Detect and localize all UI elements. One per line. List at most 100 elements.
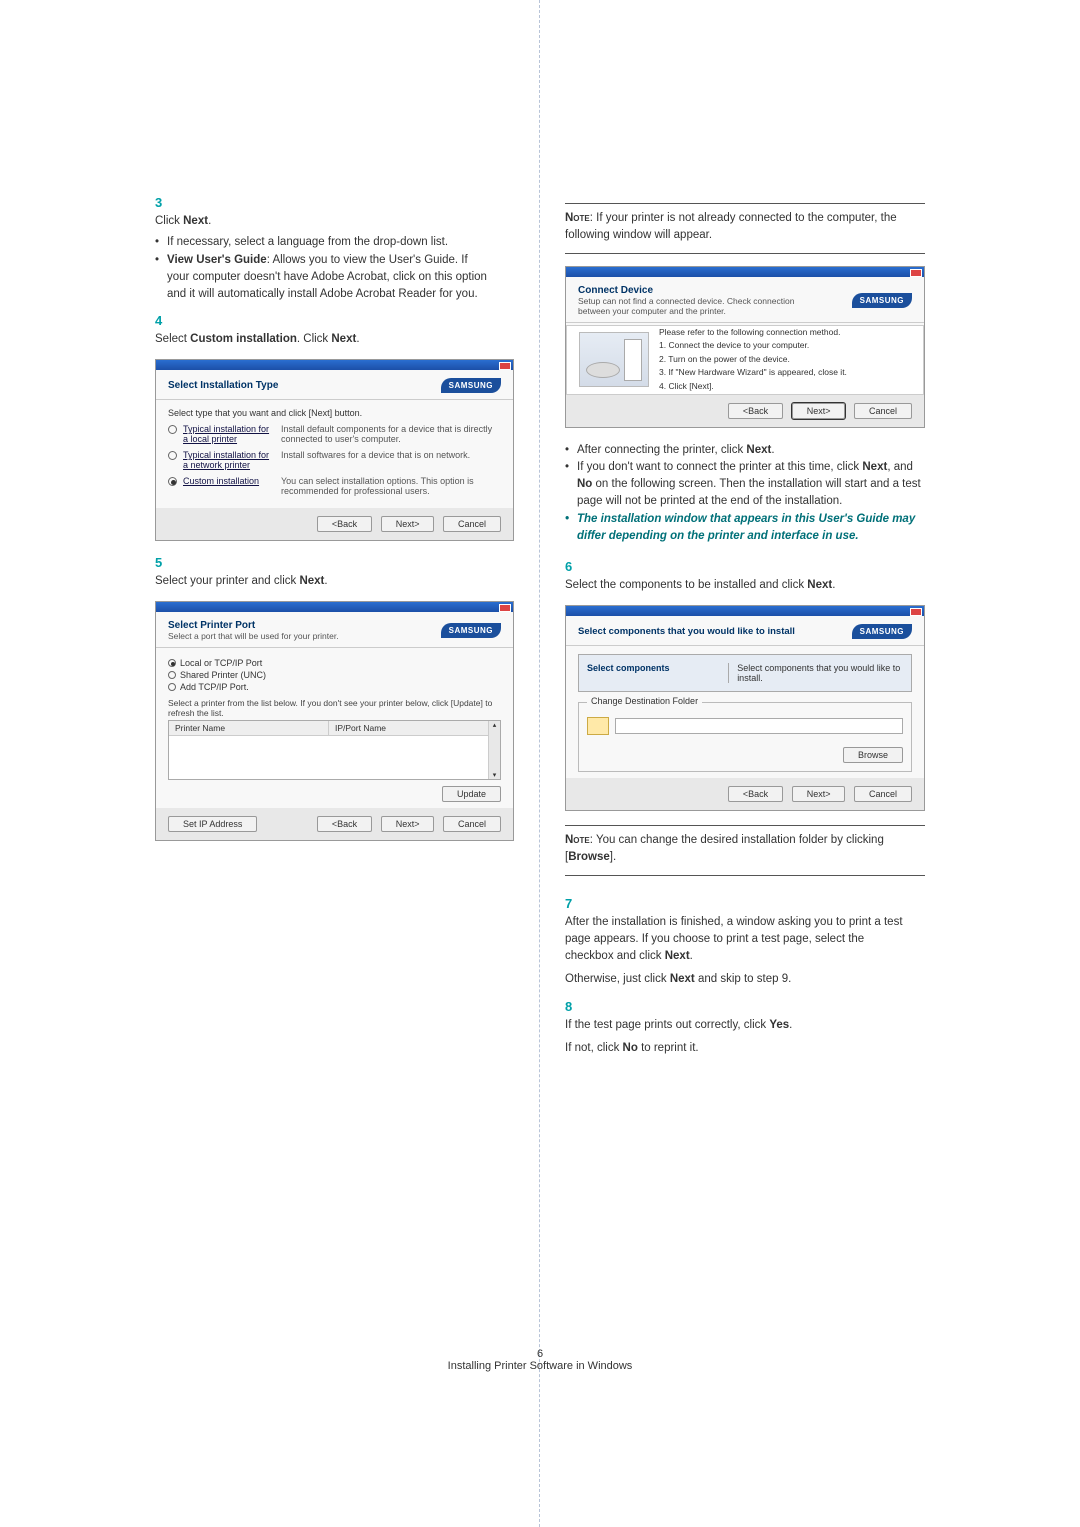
step-number: 7 [565, 896, 583, 911]
text-bold: Next [807, 579, 832, 591]
bullet-dot: • [155, 234, 167, 251]
bullet: • If you don't want to connect the print… [565, 459, 925, 511]
radio-option-shared-unc[interactable]: Shared Printer (UNC) [168, 670, 501, 680]
dialog-titlebar [566, 267, 924, 277]
dialog-titlebar [156, 602, 513, 612]
step-number: 8 [565, 999, 583, 1014]
legend-title: Change Destination Folder [587, 696, 702, 706]
text: , and [887, 461, 913, 473]
radio-option-add-tcpip[interactable]: Add TCP/IP Port. [168, 682, 501, 692]
bullet-italic: • The installation window that appears i… [565, 511, 925, 546]
text: to reprint it. [638, 1042, 699, 1054]
cancel-button[interactable]: Cancel [854, 403, 912, 419]
dialog-header: Connect Device Setup can not find a conn… [566, 277, 924, 320]
radio-icon-selected [168, 477, 177, 486]
radio-option-local-tcpip[interactable]: Local or TCP/IP Port [168, 658, 501, 668]
printer-list[interactable]: Printer Name IP/Port Name ▴▾ [168, 720, 501, 780]
document-page: 3 Click Next. • If necessary, select a l… [0, 0, 1080, 1527]
update-button[interactable]: Update [442, 786, 501, 802]
samsung-logo: SAMSUNG [852, 624, 912, 639]
set-ip-button[interactable]: Set IP Address [168, 816, 257, 832]
step-line: 3. If "New Hardware Wizard" is appeared,… [659, 366, 847, 380]
bullet: • After connecting the printer, click Ne… [565, 442, 925, 459]
dialog-title: Select components that you would like to… [578, 626, 795, 637]
text: and skip to step 9. [695, 973, 792, 985]
dialog-header: Select components that you would like to… [566, 616, 924, 643]
dialog-header: Select Installation Type SAMSUNG [156, 370, 513, 397]
step-body: If the test page prints out correctly, c… [565, 1017, 903, 1058]
dialog-title: Select Installation Type [168, 380, 278, 391]
back-button[interactable]: <Back [728, 403, 783, 419]
back-button[interactable]: <Back [728, 786, 783, 802]
text: . [789, 1019, 792, 1031]
text-bold: Next [299, 575, 324, 587]
bullet: • If necessary, select a language from t… [155, 234, 492, 251]
next-button[interactable]: Next> [381, 816, 435, 832]
dialog-header: Select Printer Port Select a port that w… [156, 612, 513, 645]
scroll-down-icon: ▾ [493, 771, 497, 779]
text-bold: No [623, 1042, 638, 1054]
scroll-up-icon: ▴ [493, 721, 497, 729]
divider [566, 322, 924, 323]
dialog-subtitle: Select a port that will be used for your… [168, 631, 339, 641]
radio-option-network[interactable]: Typical installation for a network print… [168, 450, 501, 470]
connection-illustration [579, 332, 649, 387]
text: Otherwise, just click [565, 973, 670, 985]
step-5: 5 Select your printer and click Next. [155, 555, 514, 591]
browse-button[interactable]: Browse [843, 747, 903, 763]
text-bold: Next [670, 973, 695, 985]
back-button[interactable]: <Back [317, 516, 372, 532]
radio-option-custom[interactable]: Custom installation You can select insta… [168, 476, 501, 496]
step-body: Select the components to be installed an… [565, 577, 903, 594]
text: on the following screen. Then the instal… [577, 478, 921, 507]
radio-icon [168, 425, 177, 434]
radio-label: Shared Printer (UNC) [180, 670, 266, 680]
footer-caption: Installing Printer Software in Windows [0, 1360, 1080, 1372]
radio-icon [168, 671, 176, 679]
radio-label: Typical installation for a local printer [183, 424, 275, 444]
next-button[interactable]: Next> [381, 516, 435, 532]
text: . [208, 215, 211, 227]
cancel-button[interactable]: Cancel [443, 516, 501, 532]
dialog-title: Connect Device [578, 285, 798, 296]
next-button[interactable]: Next> [792, 786, 846, 802]
text-bold: Custom installation [190, 333, 297, 345]
text-bold: Browse [568, 851, 610, 863]
dialog-button-bar: <Back Next> Cancel [156, 508, 513, 540]
text: Select the components to be installed an… [565, 579, 807, 591]
note-rule [565, 875, 925, 876]
path-field[interactable] [615, 718, 903, 734]
step-number: 5 [155, 555, 173, 570]
samsung-logo: SAMSUNG [441, 623, 501, 638]
divider [156, 647, 513, 648]
text-bold: Next [746, 444, 771, 456]
step-3: 3 Click Next. • If necessary, select a l… [155, 195, 514, 303]
destination-folder-group: Change Destination Folder Browse [578, 702, 912, 772]
note-rule [565, 203, 925, 204]
cancel-button[interactable]: Cancel [443, 816, 501, 832]
left-column: 3 Click Next. • If necessary, select a l… [0, 0, 540, 1527]
text-bold: No [577, 478, 592, 490]
folder-icon [587, 717, 609, 735]
text: . [690, 950, 693, 962]
dialog-title: Select Printer Port [168, 620, 339, 631]
text: . [356, 333, 359, 345]
text: If not, click [565, 1042, 623, 1054]
radio-option-local[interactable]: Typical installation for a local printer… [168, 424, 501, 444]
dialog-body: Please refer to the following connection… [566, 325, 924, 395]
scrollbar[interactable]: ▴▾ [488, 721, 500, 779]
text: After connecting the printer, click [577, 444, 746, 456]
text: If you don't want to connect the printer… [577, 461, 862, 473]
back-button[interactable]: <Back [317, 816, 372, 832]
bullet-text: The installation window that appears in … [577, 511, 925, 546]
page-number: 6 [0, 1348, 1080, 1360]
components-box: Select components Select components that… [578, 654, 912, 692]
radio-label: Custom installation [183, 476, 275, 486]
cancel-button[interactable]: Cancel [854, 786, 912, 802]
radio-label: Add TCP/IP Port. [180, 682, 249, 692]
dialog-title-group: Connect Device Setup can not find a conn… [578, 285, 798, 316]
next-button[interactable]: Next> [792, 403, 846, 419]
text: If the test page prints out correctly, c… [565, 1019, 769, 1031]
text-bold: View User's Guide [167, 254, 267, 266]
radio-icon [168, 451, 177, 460]
